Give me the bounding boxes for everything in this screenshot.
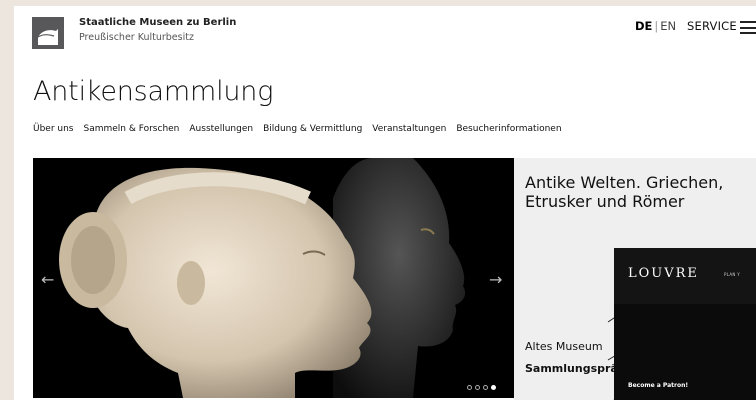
nav-item-veranstaltungen[interactable]: Veranstaltungen [372,124,446,134]
lang-en[interactable]: EN [660,19,676,33]
slider-dot[interactable] [467,385,472,390]
hero-slider[interactable]: ← → [33,158,514,398]
louvre-nav: PLAN Y [724,272,740,277]
exhibition-location: Altes Museum [525,340,603,353]
lang-de[interactable]: DE [635,19,652,33]
org-subtitle: Preußischer Kulturbesitz [79,32,194,43]
main-nav: Über uns Sammeln & Forschen Ausstellunge… [33,124,562,134]
louvre-thumbnail[interactable]: LOUVRE PLAN Y Become a Patron! [614,248,756,400]
slider-dot[interactable] [491,385,496,390]
slider-dot[interactable] [475,385,480,390]
slider-prev-icon[interactable]: ← [41,270,54,289]
org-name[interactable]: Staatliche Museen zu Berlin [79,17,236,28]
nav-item-besucherinformationen[interactable]: Besucherinformationen [456,124,561,134]
slider-dot[interactable] [483,385,488,390]
smb-logo-icon[interactable] [32,17,64,49]
louvre-patron-text: Become a Patron! [628,382,689,389]
nav-item-sammeln-forschen[interactable]: Sammeln & Forschen [84,124,180,134]
hamburger-menu-icon[interactable] [740,21,756,34]
language-switcher: DE | EN [635,19,676,33]
exhibition-title[interactable]: Antike Welten. Griechen, Etrusker und Rö… [525,173,745,211]
nav-item-bildung-vermittlung[interactable]: Bildung & Vermittlung [263,124,362,134]
slider-next-icon[interactable]: → [489,270,502,289]
nav-item-ueber-uns[interactable]: Über uns [33,124,74,134]
service-link[interactable]: SERVICE [687,19,737,33]
page: Staatliche Museen zu Berlin Preußischer … [14,6,756,400]
lang-separator: | [654,19,659,33]
louvre-logo: LOUVRE [628,266,699,281]
slider-dots [467,385,496,390]
nav-item-ausstellungen[interactable]: Ausstellungen [189,124,253,134]
page-title: Antikensammlung [33,76,274,107]
hero-image [33,158,514,398]
